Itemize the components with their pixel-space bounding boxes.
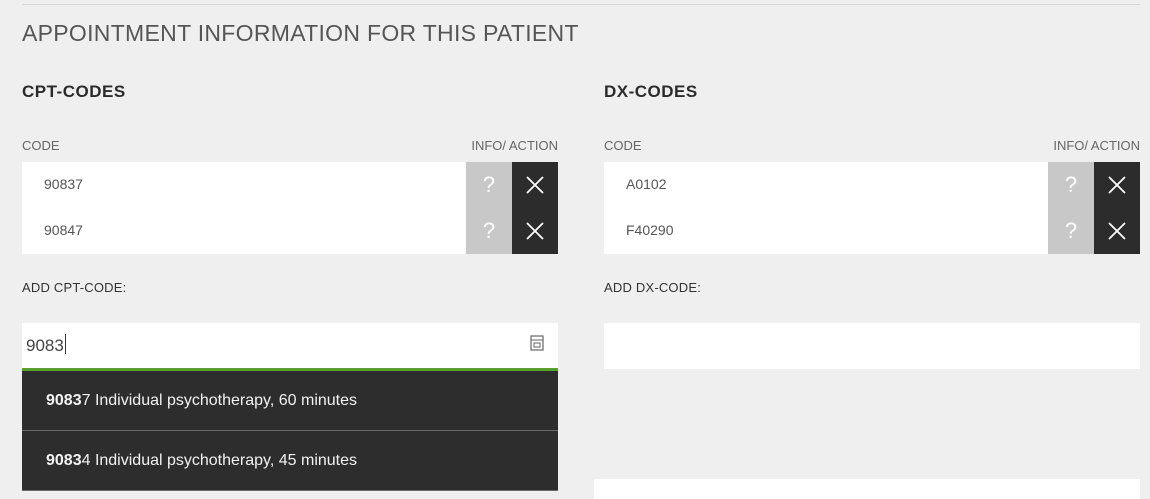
suggestion-text: 4 Individual psychotherapy, 45 minutes	[81, 452, 358, 469]
dx-codes-title: DX-CODES	[604, 82, 698, 101]
close-icon	[1108, 176, 1126, 194]
add-cpt-code-label: ADD CPT-CODE:	[22, 280, 127, 295]
cpt-info-button[interactable]: ?	[466, 162, 512, 208]
cpt-code-list: 90837 ? 90847 ?	[22, 162, 558, 254]
add-cpt-code-input[interactable]: 9083	[22, 323, 558, 371]
suggestion-match: 9083	[46, 452, 82, 469]
add-dx-code-label: ADD DX-CODE:	[604, 280, 702, 295]
dx-remove-button[interactable]	[1094, 208, 1140, 254]
close-icon	[1108, 222, 1126, 240]
cpt-info-button[interactable]: ?	[466, 208, 512, 254]
dx-info-button[interactable]: ?	[1048, 208, 1094, 254]
cpt-input-text: 9083	[26, 334, 66, 356]
dx-remove-button[interactable]	[1094, 162, 1140, 208]
calendar-icon[interactable]	[530, 335, 544, 355]
dx-info-column-header: INFO/ ACTION	[1053, 138, 1140, 153]
cpt-suggestion-item[interactable]: 90834 Individual psychotherapy, 45 minut…	[22, 431, 558, 491]
cpt-remove-button[interactable]	[512, 162, 558, 208]
dx-code-row: F40290 ?	[604, 208, 1140, 254]
suggestion-match: 9083	[46, 392, 82, 409]
cpt-info-column-header: INFO/ ACTION	[471, 138, 558, 153]
dx-code-row: A0102 ?	[604, 162, 1140, 208]
dx-code-value: A0102	[626, 176, 667, 192]
cpt-codes-panel: CPT-CODES CODE INFO/ ACTION 90837 ? 9084…	[22, 0, 558, 491]
cpt-remove-button[interactable]	[512, 208, 558, 254]
cpt-code-row: 90847 ?	[22, 208, 558, 254]
cpt-code-value: 90847	[44, 222, 83, 238]
dx-table-header: CODE INFO/ ACTION	[604, 138, 1140, 156]
cpt-code-value: 90837	[44, 176, 83, 192]
dx-codes-panel: DX-CODES CODE INFO/ ACTION A0102 ? F4029…	[604, 0, 1140, 491]
lower-input-box[interactable]	[594, 479, 1140, 499]
text-caret	[64, 334, 66, 354]
dx-code-value: F40290	[626, 222, 674, 238]
close-icon	[526, 176, 544, 194]
cpt-table-header: CODE INFO/ ACTION	[22, 138, 558, 156]
cpt-suggestion-list: 90837 Individual psychotherapy, 60 minut…	[22, 371, 558, 491]
cpt-input-value: 9083	[26, 336, 64, 355]
dx-code-column-header: CODE	[604, 138, 642, 153]
cpt-suggestion-item[interactable]: 90837 Individual psychotherapy, 60 minut…	[22, 371, 558, 431]
dx-info-button[interactable]: ?	[1048, 162, 1094, 208]
cpt-code-column-header: CODE	[22, 138, 60, 153]
add-dx-code-input[interactable]	[604, 323, 1140, 369]
cpt-code-row: 90837 ?	[22, 162, 558, 208]
dx-code-list: A0102 ? F40290 ?	[604, 162, 1140, 254]
close-icon	[526, 222, 544, 240]
cpt-codes-title: CPT-CODES	[22, 82, 126, 101]
suggestion-text: 7 Individual psychotherapy, 60 minutes	[81, 392, 358, 409]
